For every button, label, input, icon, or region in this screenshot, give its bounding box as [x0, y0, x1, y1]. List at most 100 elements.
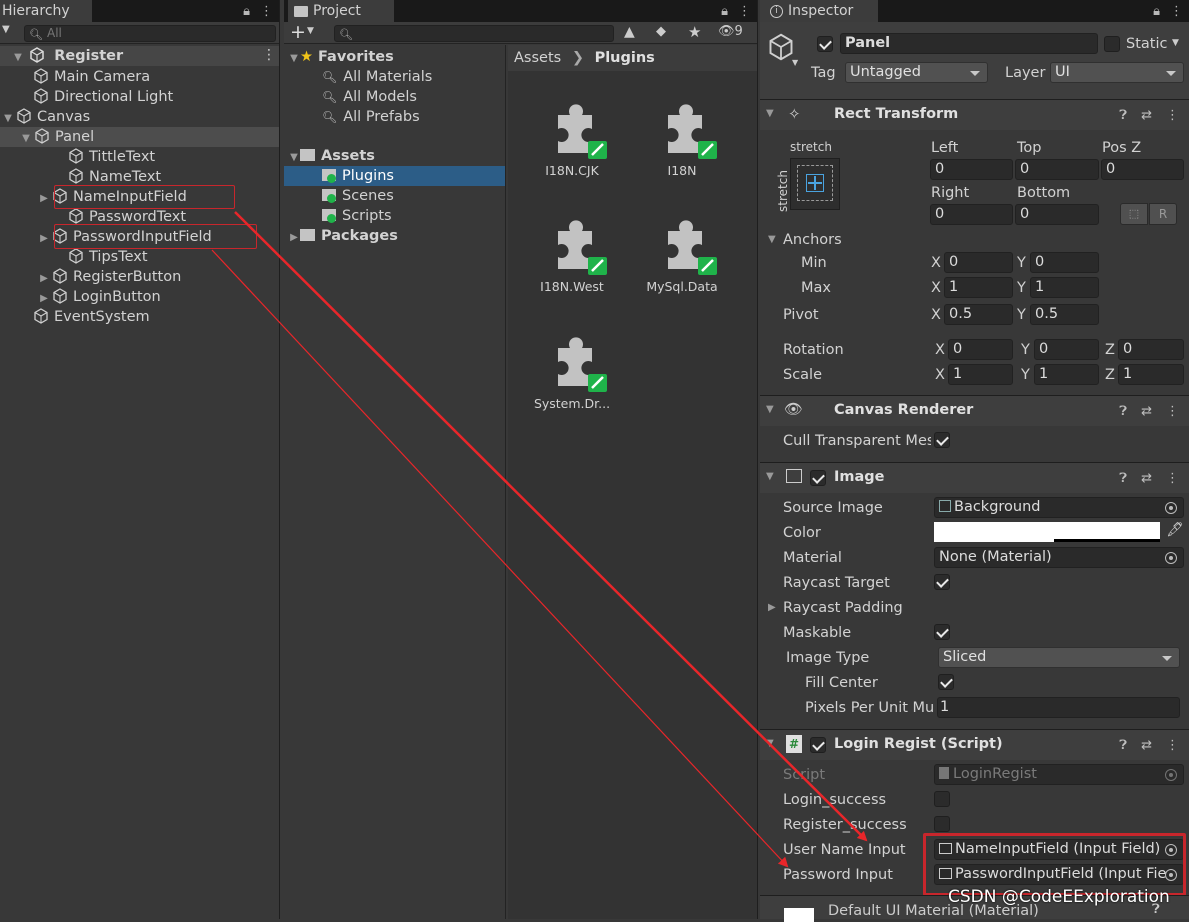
- expand-arrow-icon[interactable]: ▶: [36, 269, 52, 289]
- project-search-input[interactable]: 🔍︎: [334, 25, 614, 42]
- add-dropdown-icon[interactable]: ▼: [307, 26, 314, 36]
- asset-folder-item[interactable]: Scripts: [322, 206, 392, 226]
- collapse-arrow-icon[interactable]: ▼: [766, 108, 774, 119]
- rotation-y-field[interactable]: 0: [1034, 339, 1099, 360]
- assets-header[interactable]: ▼ Assets: [288, 146, 375, 166]
- hierarchy-item[interactable]: NameText: [68, 167, 161, 187]
- icon-dropdown-icon[interactable]: ▼: [792, 58, 798, 67]
- presets-icon[interactable]: ⇄: [1141, 471, 1152, 486]
- script-enabled-checkbox[interactable]: [810, 737, 826, 753]
- add-icon[interactable]: +: [290, 21, 306, 43]
- active-checkbox[interactable]: [817, 36, 833, 52]
- scene-menu-icon[interactable]: ⋮: [262, 47, 276, 63]
- source-image-field[interactable]: Background: [934, 497, 1184, 518]
- blueprint-mode-button[interactable]: ⬚: [1120, 203, 1148, 225]
- expand-arrow-icon[interactable]: ▼: [288, 49, 300, 69]
- component-menu-icon[interactable]: ⋮: [1166, 108, 1179, 123]
- menu-kebab-icon[interactable]: ⋮: [738, 4, 751, 19]
- hierarchy-item[interactable]: Directional Light: [33, 87, 173, 107]
- favorite-item[interactable]: 🔍︎ All Prefabs: [322, 107, 420, 127]
- asset-folder-item[interactable]: Plugins: [322, 166, 394, 186]
- scale-x-field[interactable]: 1: [948, 364, 1013, 385]
- object-picker-icon[interactable]: [1165, 502, 1177, 514]
- scene-header[interactable]: ▼ Register: [12, 46, 123, 66]
- hierarchy-item[interactable]: TittleText: [68, 147, 155, 167]
- static-checkbox[interactable]: [1104, 36, 1120, 52]
- maskable-checkbox[interactable]: [934, 624, 950, 640]
- right-field[interactable]: 0: [930, 204, 1013, 225]
- scale-z-field[interactable]: 1: [1118, 364, 1184, 385]
- favorite-item[interactable]: 🔍︎ All Materials: [322, 67, 432, 87]
- filter-label-icon[interactable]: ◆: [656, 24, 666, 39]
- collapse-arrow-icon[interactable]: ▼: [766, 471, 774, 482]
- login-success-checkbox[interactable]: [934, 791, 950, 807]
- left-field[interactable]: 0: [930, 159, 1013, 180]
- eyedropper-icon[interactable]: 🖋︎: [1166, 522, 1184, 538]
- hierarchy-tab[interactable]: Hierarchy: [0, 0, 92, 22]
- scale-y-field[interactable]: 1: [1034, 364, 1099, 385]
- favorite-item[interactable]: 🔍︎ All Models: [322, 87, 417, 107]
- hierarchy-item[interactable]: EventSystem: [33, 307, 150, 327]
- max-x-field[interactable]: 1: [944, 277, 1013, 298]
- hidden-packages-icon[interactable]: 👁︎9: [718, 24, 743, 39]
- packages-header[interactable]: ▶ Packages: [288, 226, 398, 246]
- static-dropdown-icon[interactable]: ▼: [1172, 38, 1179, 48]
- asset-file[interactable]: I18N.West: [522, 213, 622, 313]
- max-y-field[interactable]: 1: [1030, 277, 1099, 298]
- menu-kebab-icon[interactable]: ⋮: [1170, 4, 1183, 19]
- expand-arrow-icon[interactable]: ▼: [18, 129, 34, 149]
- cull-transparent-checkbox[interactable]: [934, 432, 950, 448]
- pixels-per-unit-field[interactable]: 1: [937, 697, 1180, 718]
- inspector-tab[interactable]: i Inspector: [760, 0, 878, 22]
- component-menu-icon[interactable]: ⋮: [1166, 404, 1179, 419]
- image-header[interactable]: ▼ Image ❓︎ ⇄ ⋮: [760, 462, 1189, 493]
- hierarchy-item[interactable]: ▼ Panel: [18, 127, 94, 147]
- raycast-padding-arrow-icon[interactable]: ▶: [768, 602, 776, 613]
- object-picker-icon[interactable]: [1165, 552, 1177, 564]
- rotation-z-field[interactable]: 0: [1118, 339, 1184, 360]
- collapse-arrow-icon[interactable]: ▼: [766, 404, 774, 415]
- expand-arrow-icon[interactable]: ▶: [36, 189, 52, 209]
- hierarchy-item[interactable]: ▶ RegisterButton: [36, 267, 181, 287]
- hierarchy-item[interactable]: TipsText: [68, 247, 148, 267]
- lock-icon[interactable]: 🔒︎: [1153, 4, 1160, 19]
- min-x-field[interactable]: 0: [944, 252, 1013, 273]
- asset-file[interactable]: I18N: [632, 97, 732, 197]
- lock-icon[interactable]: 🔒︎: [721, 4, 728, 19]
- material-field[interactable]: None (Material): [934, 547, 1184, 568]
- bottom-field[interactable]: 0: [1015, 204, 1099, 225]
- anchors-arrow-icon[interactable]: ▼: [768, 234, 776, 245]
- asset-folder-item[interactable]: Scenes: [322, 186, 394, 206]
- expand-arrow-icon[interactable]: ▼: [0, 109, 16, 129]
- collapse-arrow-icon[interactable]: ▼: [766, 738, 774, 749]
- image-type-dropdown[interactable]: Sliced: [938, 647, 1180, 668]
- hierarchy-item[interactable]: ▼ Canvas: [0, 107, 90, 127]
- asset-file[interactable]: I18N.CJK: [522, 97, 622, 197]
- min-y-field[interactable]: 0: [1030, 252, 1099, 273]
- help-icon[interactable]: ❓︎: [1119, 471, 1127, 486]
- rotation-x-field[interactable]: 0: [948, 339, 1013, 360]
- help-icon[interactable]: ❓︎: [1119, 404, 1127, 419]
- expand-arrow-icon[interactable]: ▶: [288, 228, 300, 248]
- filter-type-icon[interactable]: ▲: [624, 24, 635, 40]
- pivot-x-field[interactable]: 0.5: [944, 304, 1013, 325]
- hierarchy-item[interactable]: Main Camera: [33, 67, 150, 87]
- object-name-field[interactable]: Panel: [840, 33, 1098, 54]
- image-enabled-checkbox[interactable]: [810, 470, 826, 486]
- presets-icon[interactable]: ⇄: [1141, 738, 1152, 753]
- create-dropdown-icon[interactable]: ▼: [2, 24, 10, 35]
- presets-icon[interactable]: ⇄: [1141, 108, 1152, 123]
- layer-dropdown[interactable]: UI: [1050, 62, 1184, 83]
- anchor-presets-button[interactable]: [790, 158, 840, 210]
- login-regist-header[interactable]: ▼ # Login Regist (Script) ❓︎ ⇄ ⋮: [760, 729, 1189, 760]
- breadcrumb-plugins[interactable]: Plugins: [595, 50, 655, 66]
- asset-file[interactable]: MySql.Data: [632, 213, 732, 313]
- asset-file[interactable]: System.Dr...: [522, 330, 622, 430]
- rect-transform-header[interactable]: ▼ ✧ Rect Transform ❓︎ ⇄ ⋮: [760, 99, 1189, 130]
- hierarchy-search-input[interactable]: 🔍︎ All: [24, 25, 276, 42]
- breadcrumb-assets[interactable]: Assets: [514, 50, 561, 66]
- expand-arrow-icon[interactable]: ▶: [36, 229, 52, 249]
- project-tab[interactable]: Project: [288, 0, 394, 22]
- component-menu-icon[interactable]: ⋮: [1166, 471, 1179, 486]
- raw-edit-button[interactable]: R: [1149, 203, 1177, 225]
